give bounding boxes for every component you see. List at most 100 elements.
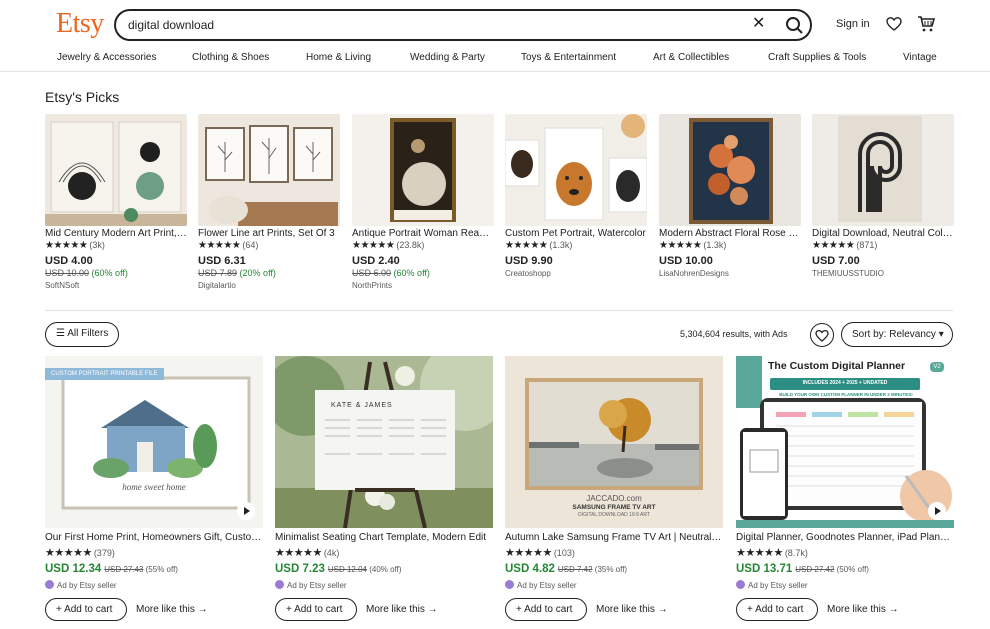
rating-stars: ★★★★★ (23.8k): [352, 240, 425, 251]
listing-price: USD 13.71 USD 27.42 (50% off): [736, 563, 869, 575]
seller-star-icon: [736, 580, 745, 589]
category-jewelry[interactable]: Jewelry & Accessories: [57, 52, 156, 63]
tv-caption: SAMSUNG FRAME TV ART: [572, 504, 656, 511]
cart-icon[interactable]: [917, 15, 935, 33]
category-wedding[interactable]: Wedding & Party: [410, 52, 485, 63]
add-to-cart-button[interactable]: + Add to cart: [505, 598, 587, 621]
rating-stars: ★★★★★ (64): [198, 240, 259, 251]
search-input[interactable]: digital download: [128, 18, 214, 32]
price: USD 4.00: [45, 255, 93, 267]
pick-card[interactable]: Flower Line art Prints, Set Of 3 ★★★★★ (6…: [198, 114, 340, 292]
pick-title: Modern Abstract Floral Rose Print: [659, 228, 801, 239]
ad-label: Ad by Etsy seller: [275, 580, 493, 592]
play-video-icon[interactable]: [928, 502, 946, 520]
original-price: USD 7.89 (20% off): [198, 268, 276, 278]
planner-badge: V2: [930, 362, 944, 372]
shop-name: SoftNSoft: [45, 281, 80, 290]
pick-image[interactable]: [198, 114, 340, 226]
seller-star-icon: [45, 580, 54, 589]
seating-names-text: KATE & JAMES: [331, 402, 393, 409]
ad-label: Ad by Etsy seller: [45, 580, 263, 592]
pick-title: Antique Portrait Woman Reading: [352, 228, 494, 239]
shop-name: Creatoshopp: [505, 269, 551, 278]
planner-title: The Custom Digital Planner: [768, 360, 906, 372]
favorites-heart-icon[interactable]: [886, 16, 902, 32]
all-filters-button[interactable]: ☰ All Filters: [45, 322, 119, 347]
pick-image[interactable]: [505, 114, 647, 226]
seller-star-icon: [505, 580, 514, 589]
shop-name: NorthPrints: [352, 281, 393, 290]
listing-price: USD 12.34 USD 27.43 (55% off): [45, 563, 178, 575]
category-home-living[interactable]: Home & Living: [306, 52, 371, 63]
price: USD 2.40: [352, 255, 400, 267]
listing-price: USD 4.82 USD 7.42 (35% off): [505, 563, 628, 575]
category-art[interactable]: Art & Collectibles: [653, 52, 729, 63]
filter-sliders-icon: ☰: [56, 328, 68, 339]
pick-image[interactable]: [812, 114, 954, 226]
add-to-cart-button[interactable]: + Add to cart: [736, 598, 818, 621]
home-script-text: home sweet home: [122, 482, 186, 492]
listing-title[interactable]: Autumn Lake Samsung Frame TV Art | Neutr…: [505, 532, 723, 544]
clear-search-icon[interactable]: ✕: [752, 13, 765, 33]
listing-title[interactable]: Our First Home Print, Homeowners Gift, C…: [45, 532, 263, 544]
listing-image[interactable]: CUSTOM PORTRAIT PRINTABLE FILE home swee…: [45, 356, 263, 528]
etsy-logo[interactable]: Etsy: [56, 8, 104, 40]
shop-name: LisaNohrenDesigns: [659, 269, 729, 278]
price: USD 9.90: [505, 255, 553, 267]
category-vintage[interactable]: Vintage: [903, 52, 937, 63]
price: USD 7.00: [812, 255, 860, 267]
category-craft[interactable]: Craft Supplies & Tools: [768, 52, 866, 63]
listing-image[interactable]: The Custom Digital Planner V2 INCLUDES 2…: [736, 356, 954, 528]
pick-image[interactable]: [45, 114, 187, 226]
pick-card[interactable]: Antique Portrait Woman Reading ★★★★★ (23.…: [352, 114, 494, 292]
ad-label: Ad by Etsy seller: [736, 580, 954, 592]
section-divider: [45, 310, 953, 311]
custom-portrait-tag: CUSTOM PORTRAIT PRINTABLE FILE: [45, 368, 164, 380]
save-search-button[interactable]: [810, 323, 834, 347]
more-like-this-link[interactable]: More like this →: [366, 604, 438, 615]
ad-label: Ad by Etsy seller: [505, 580, 723, 592]
pick-title: Flower Line art Prints, Set Of 3: [198, 228, 335, 239]
original-price: USD 6.00 (60% off): [352, 268, 430, 278]
listing-card[interactable]: KATE & JAMES Minimalist Seating Chart Te…: [275, 356, 493, 621]
more-like-this-link[interactable]: More like this →: [596, 604, 668, 615]
pick-card[interactable]: Digital Download, Neutral Colors ★★★★★ (8…: [812, 114, 954, 280]
add-to-cart-button[interactable]: + Add to cart: [275, 598, 357, 621]
search-icon[interactable]: [784, 15, 806, 37]
add-to-cart-button[interactable]: + Add to cart: [45, 598, 127, 621]
more-like-this-link[interactable]: More like this →: [136, 604, 208, 615]
pick-image[interactable]: [659, 114, 801, 226]
category-toys[interactable]: Toys & Entertainment: [521, 52, 616, 63]
jaccado-brand: JACCADO.com: [586, 494, 642, 503]
listing-title[interactable]: Digital Planner, Goodnotes Planner, iPad…: [736, 532, 954, 544]
rating-stars: ★★★★★ (8.7k): [736, 547, 808, 559]
search-bar[interactable]: digital download ✕: [114, 9, 812, 41]
seller-star-icon: [275, 580, 284, 589]
listing-image[interactable]: JACCADO.com SAMSUNG FRAME TV ART DIGITAL…: [505, 356, 723, 528]
listing-card[interactable]: CUSTOM PORTRAIT PRINTABLE FILE home swee…: [45, 356, 263, 621]
listing-card[interactable]: JACCADO.com SAMSUNG FRAME TV ART DIGITAL…: [505, 356, 723, 621]
results-count: 5,304,604 results, with Ads: [680, 329, 788, 339]
tv-sub-caption: DIGITAL DOWNLOAD 16:9 ART: [578, 512, 650, 518]
planner-strip-text: INCLUDES 2024 + 2025 + UNDATED: [802, 380, 888, 386]
category-clothing[interactable]: Clothing & Shoes: [192, 52, 269, 63]
shop-name: Digitalartio: [198, 281, 236, 290]
price: USD 6.31: [198, 255, 246, 267]
pick-card[interactable]: Modern Abstract Floral Rose Print ★★★★★(…: [659, 114, 801, 280]
rating-stars: ★★★★★ (3k): [45, 240, 105, 251]
pick-card[interactable]: Mid Century Modern Art Print, Abstract ★…: [45, 114, 187, 292]
pick-image[interactable]: [352, 114, 494, 226]
planner-sub-text: BUILD YOUR OWN CUSTOM PLANNER IN UNDER 2…: [779, 392, 913, 397]
pick-title: Custom Pet Portrait, Watercolor: [505, 228, 646, 239]
pick-title: Mid Century Modern Art Print, Abstract: [45, 228, 187, 239]
sort-dropdown[interactable]: Sort by: Relevancy ▾: [841, 322, 953, 347]
more-like-this-link[interactable]: More like this →: [827, 604, 899, 615]
heart-icon: [815, 329, 829, 342]
pick-card[interactable]: Custom Pet Portrait, Watercolor ★★★★★ (1.…: [505, 114, 647, 280]
listing-image[interactable]: KATE & JAMES: [275, 356, 493, 528]
sign-in-link[interactable]: Sign in: [836, 18, 870, 30]
listing-title[interactable]: Minimalist Seating Chart Template, Moder…: [275, 532, 493, 544]
listing-card[interactable]: The Custom Digital Planner V2 INCLUDES 2…: [736, 356, 954, 621]
play-video-icon[interactable]: [237, 502, 255, 520]
rating-stars: ★★★★★ (1.3k): [659, 240, 727, 251]
